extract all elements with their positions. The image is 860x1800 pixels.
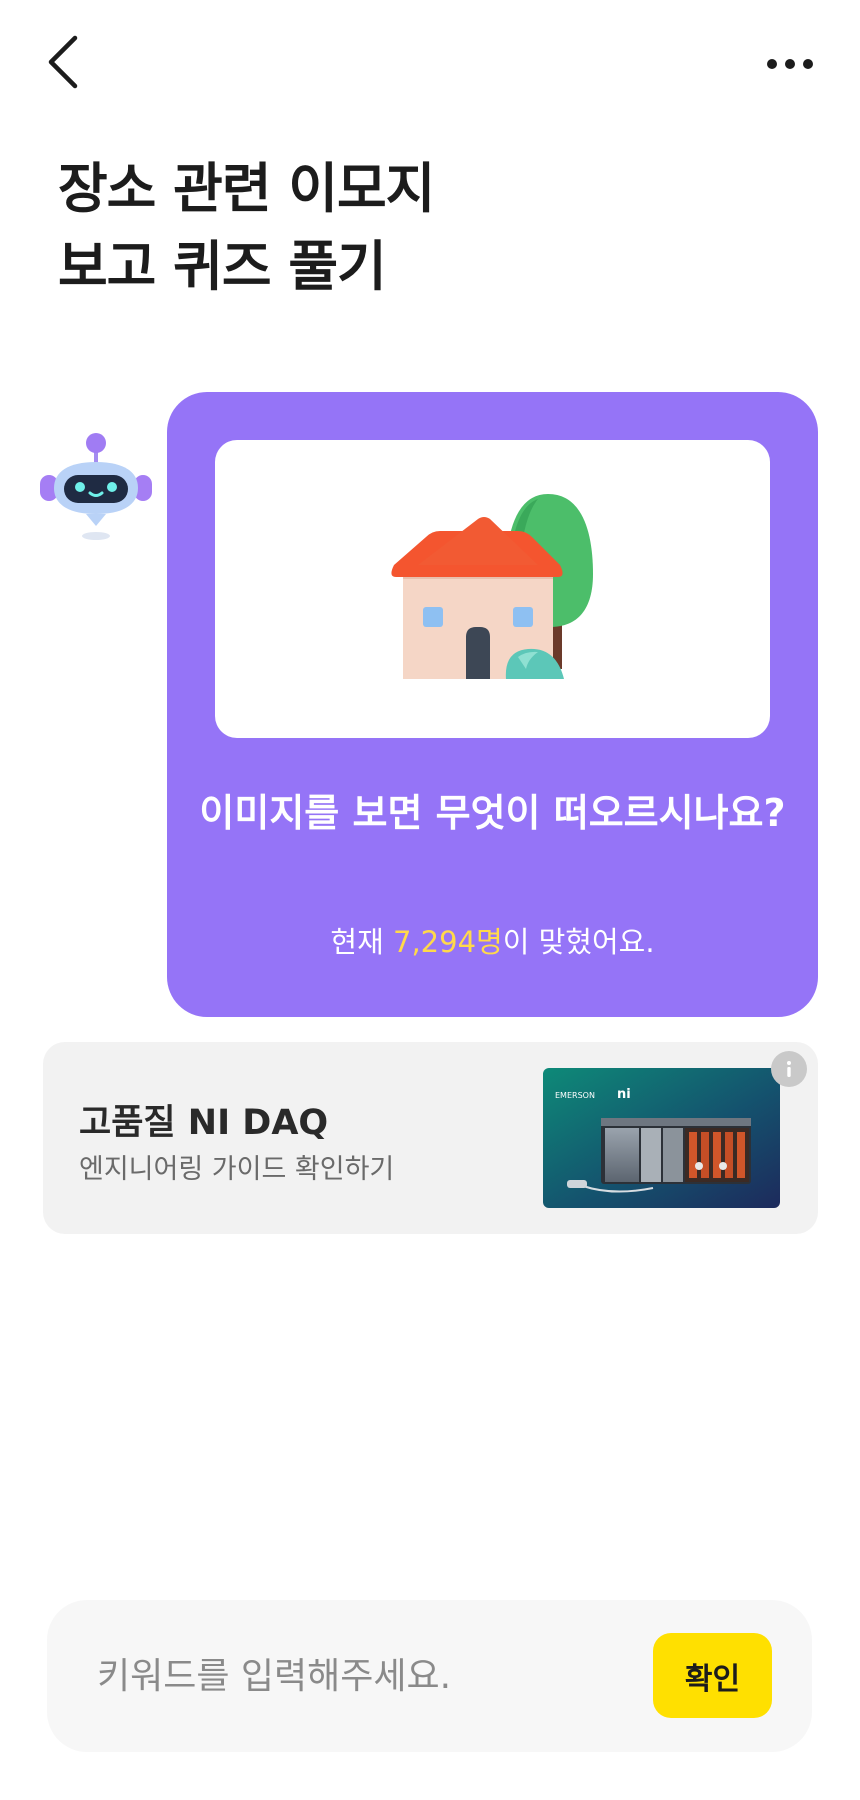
ad-product-image: EMERSON ni [543, 1068, 780, 1208]
answer-input-bar: 확인 [47, 1600, 812, 1752]
back-button[interactable] [38, 32, 86, 92]
ad-subtitle: 엔지니어링 가이드 확인하기 [79, 1154, 395, 1185]
more-horizontal-icon [767, 59, 813, 69]
correct-count: 7,294명 [393, 925, 503, 959]
quiz-card: 이미지를 보면 무엇이 떠오르시나요? 현재 7,294명이 맞혔어요. [167, 392, 818, 1017]
emoji-image-box [215, 440, 770, 738]
page-title-line-1: 장소 관련 이모지 [58, 157, 435, 220]
quiz-question: 이미지를 보면 무엇이 떠오르시나요? [199, 791, 786, 835]
ad-title: 고품질 NI DAQ [79, 1103, 329, 1143]
quiz-page: 장소 관련 이모지 보고 퀴즈 풀기 이미지를 보면 무엇이 떠오르시나요? 현… [0, 0, 860, 1800]
chevron-left-icon [48, 35, 78, 89]
ad-banner[interactable]: 고품질 NI DAQ 엔지니어링 가이드 확인하기 EMERSON ni [43, 1042, 818, 1234]
ad-info-button[interactable] [771, 1051, 807, 1087]
ad-brand-emerson: EMERSON [555, 1091, 595, 1100]
keyword-input[interactable] [97, 1640, 637, 1712]
page-title-line-2: 보고 퀴즈 풀기 [58, 235, 387, 298]
bot-avatar [38, 430, 154, 546]
robot-icon [40, 433, 152, 540]
confirm-button[interactable]: 확인 [653, 1633, 772, 1718]
info-icon [787, 1061, 791, 1077]
more-options-button[interactable] [760, 40, 820, 88]
ad-brand-ni: ni [617, 1087, 631, 1102]
correct-count-text: 현재 7,294명이 맞혔어요. [197, 922, 788, 962]
page-title: 장소 관련 이모지 보고 퀴즈 풀기 [58, 150, 778, 306]
house-with-tree-emoji [390, 494, 593, 679]
stat-prefix: 현재 [330, 925, 394, 959]
stat-suffix: 이 맞혔어요. [502, 925, 655, 959]
